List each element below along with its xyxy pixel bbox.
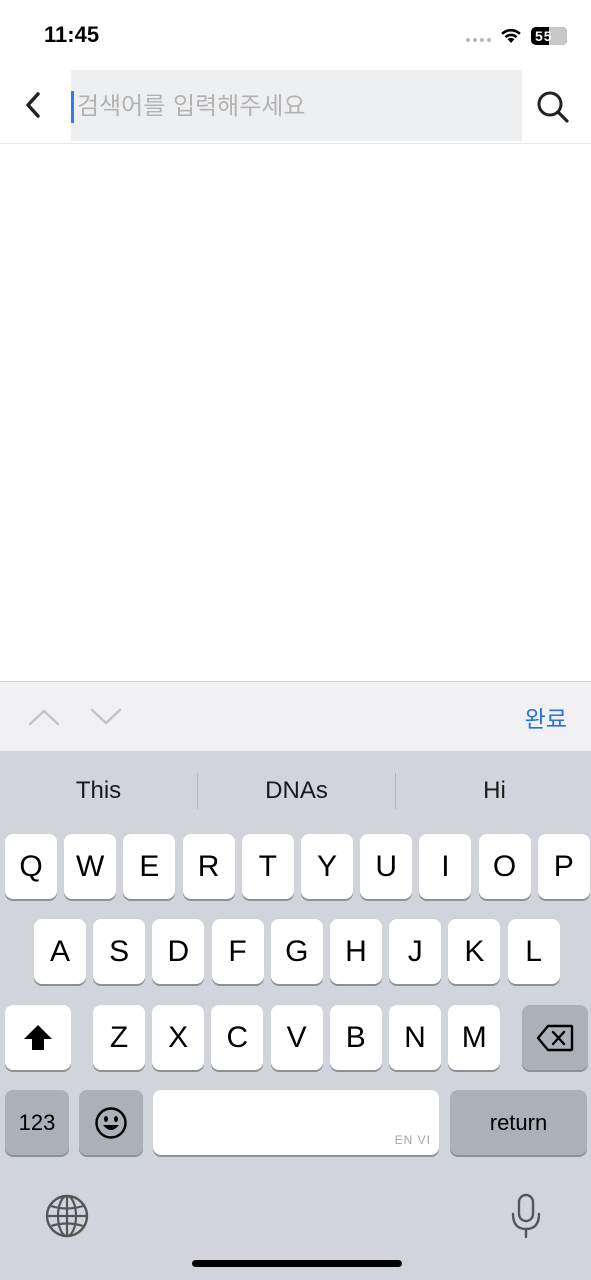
chevron-left-icon — [26, 92, 40, 118]
key-label: J — [407, 934, 423, 968]
key-label: P — [553, 849, 574, 883]
back-button[interactable] — [16, 86, 50, 124]
done-button[interactable]: 완료 — [525, 700, 567, 734]
key-v[interactable]: V — [270, 1005, 323, 1070]
key-label: M — [461, 1020, 487, 1054]
key-u[interactable]: U — [360, 834, 413, 899]
key-label: E — [139, 849, 160, 883]
microphone-icon[interactable] — [508, 1192, 544, 1240]
numbers-key-label: 123 — [18, 1109, 56, 1135]
key-a[interactable]: A — [34, 919, 86, 984]
search-header — [0, 66, 591, 144]
battery-level: 55 — [535, 28, 553, 44]
screen: 11:45 55 검색어를 입력해주세요 완료 This DNAs Hi Q W… — [0, 0, 591, 1280]
key-label: A — [49, 934, 70, 968]
key-label: W — [76, 849, 105, 883]
key-label: S — [109, 934, 130, 968]
cellular-signal-icon — [466, 38, 491, 42]
shift-key[interactable] — [5, 1005, 71, 1070]
numbers-key[interactable]: 123 — [5, 1090, 69, 1155]
key-z[interactable]: Z — [93, 1005, 145, 1070]
key-label: B — [345, 1020, 366, 1054]
key-y[interactable]: Y — [301, 834, 353, 899]
key-label: H — [345, 934, 367, 968]
key-label: V — [286, 1020, 307, 1054]
previous-field-chevron-up-icon[interactable] — [27, 702, 61, 732]
key-k[interactable]: K — [448, 919, 501, 984]
search-input[interactable] — [75, 70, 515, 141]
search-field[interactable] — [71, 70, 522, 141]
key-c[interactable]: C — [211, 1005, 264, 1070]
key-label: N — [404, 1020, 426, 1054]
search-button[interactable] — [534, 88, 572, 126]
key-h[interactable]: H — [330, 919, 382, 984]
key-g[interactable]: G — [270, 919, 323, 984]
smiley-icon — [95, 1106, 127, 1139]
key-label: O — [492, 849, 517, 883]
key-label: Y — [316, 849, 337, 883]
key-b[interactable]: B — [329, 1005, 382, 1070]
key-s[interactable]: S — [93, 919, 146, 984]
suggestion-item[interactable]: DNAs — [198, 771, 395, 811]
key-r[interactable]: R — [182, 834, 235, 899]
suggestion-item[interactable]: This — [0, 771, 197, 811]
key-e[interactable]: E — [123, 834, 176, 899]
status-time: 11:45 — [44, 22, 100, 47]
backspace-icon — [536, 1024, 574, 1051]
home-indicator — [192, 1260, 402, 1267]
battery-icon: 55 — [531, 27, 567, 45]
status-bar: 11:45 55 — [0, 0, 591, 66]
key-label: F — [228, 934, 247, 968]
suggestion-item[interactable]: Hi — [396, 771, 591, 811]
key-label: X — [168, 1020, 189, 1054]
text-cursor — [71, 91, 74, 123]
key-i[interactable]: I — [419, 834, 472, 899]
key-d[interactable]: D — [152, 919, 205, 984]
key-label: L — [525, 934, 542, 968]
key-p[interactable]: P — [537, 834, 590, 899]
key-o[interactable]: O — [478, 834, 531, 899]
wifi-icon — [501, 28, 521, 43]
key-label: U — [375, 849, 398, 883]
magnifier-icon — [537, 91, 569, 123]
keyboard-accessory-bar: 완료 — [0, 681, 591, 751]
key-label: C — [226, 1020, 249, 1054]
key-m[interactable]: M — [448, 1005, 501, 1070]
key-label: R — [197, 849, 220, 883]
key-l[interactable]: L — [507, 919, 560, 984]
key-n[interactable]: N — [389, 1005, 441, 1070]
key-j[interactable]: J — [389, 919, 442, 984]
shift-arrow-icon — [24, 1024, 52, 1050]
space-language-label: EN VI — [394, 1133, 431, 1147]
key-label: Z — [109, 1020, 129, 1054]
key-label: I — [441, 849, 450, 883]
key-f[interactable]: F — [211, 919, 264, 984]
key-t[interactable]: T — [241, 834, 294, 899]
key-label: T — [258, 849, 277, 883]
key-label: D — [167, 934, 190, 968]
key-label: K — [464, 934, 485, 968]
emoji-key[interactable] — [79, 1090, 143, 1155]
space-key[interactable]: EN VI — [153, 1090, 439, 1155]
globe-icon[interactable] — [44, 1193, 90, 1239]
return-key-label: return — [489, 1109, 548, 1135]
next-field-chevron-down-icon[interactable] — [89, 702, 123, 732]
key-label: G — [285, 934, 309, 968]
key-x[interactable]: X — [152, 1005, 205, 1070]
delete-key[interactable] — [522, 1005, 588, 1070]
predictive-suggestions: This DNAs Hi — [0, 751, 591, 831]
return-key[interactable]: return — [450, 1090, 587, 1155]
key-label: Q — [19, 849, 43, 883]
key-q[interactable]: Q — [5, 834, 57, 899]
key-w[interactable]: W — [64, 834, 117, 899]
